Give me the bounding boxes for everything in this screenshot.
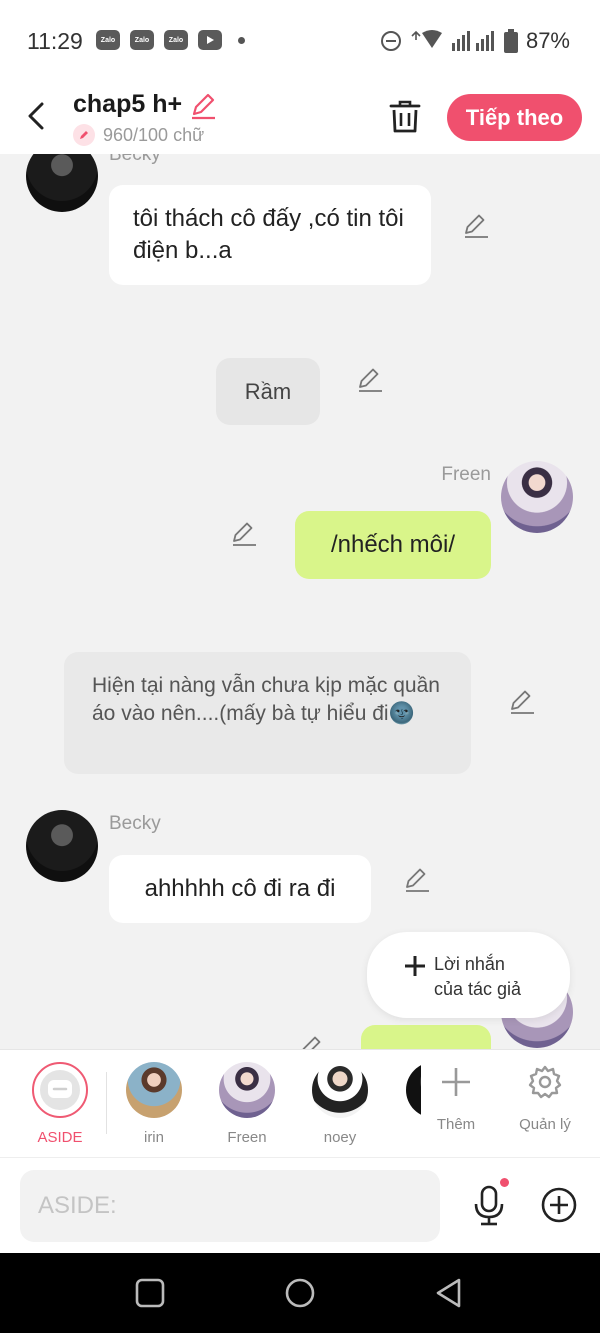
- avatar-becky[interactable]: [26, 154, 98, 212]
- pencil-icon: [233, 522, 256, 546]
- aside-bubble[interactable]: Hiện tại nàng vẫn chưa kịp mặc quần áo v…: [64, 652, 471, 774]
- edit-message-button[interactable]: [356, 366, 384, 394]
- more-notifications-dot: [238, 36, 245, 44]
- character-noey[interactable]: noey: [300, 1050, 380, 1158]
- chapter-title[interactable]: chap5 h+: [73, 90, 182, 119]
- status-time: 11:29: [27, 28, 83, 54]
- status-bar: 11:29 Zalo Zalo Zalo 87%: [0, 0, 600, 78]
- pencil-icon: [511, 690, 534, 714]
- signal-icon: [451, 31, 494, 51]
- word-count: 960/100 chữ: [73, 124, 204, 146]
- notification-icons: Zalo Zalo Zalo: [96, 30, 245, 50]
- edit-message-button[interactable]: [298, 1034, 326, 1049]
- character-label: ASIDE: [37, 1129, 83, 1146]
- avatar-irin: [126, 1062, 182, 1118]
- next-button[interactable]: Tiếp theo: [447, 94, 582, 141]
- battery-icon: [503, 29, 518, 53]
- microphone-icon: [474, 1185, 504, 1226]
- pencil-icon: [406, 868, 429, 892]
- chat-bubble-icon: [48, 1080, 72, 1098]
- avatar-freen: [219, 1062, 275, 1118]
- triangle-back-icon: [436, 1278, 461, 1308]
- author-note-label: Lời nhắn của tác giả: [434, 954, 522, 999]
- zalo-icon: Zalo: [164, 30, 188, 50]
- character-label: irin: [143, 1129, 164, 1146]
- message-bubble[interactable]: /nhếch môi/: [295, 511, 491, 579]
- notification-dot: [500, 1178, 509, 1187]
- avatar-noey: [312, 1062, 368, 1118]
- avatar-becky[interactable]: [26, 810, 98, 882]
- message-bubble[interactable]: tôi thách cô đấy ,có tin tôi điện b...a: [109, 185, 431, 285]
- zalo-icon: Zalo: [130, 30, 154, 50]
- message-input[interactable]: [20, 1170, 440, 1242]
- character-aside[interactable]: ASIDE: [20, 1050, 100, 1158]
- back-nav-button[interactable]: [431, 1275, 467, 1311]
- add-label: Thêm: [436, 1116, 476, 1133]
- recents-button[interactable]: [132, 1275, 168, 1311]
- edit-title-button[interactable]: [188, 90, 218, 120]
- trash-icon: [389, 100, 421, 133]
- add-attachment-button[interactable]: [540, 1186, 578, 1224]
- character-irin[interactable]: irin: [114, 1050, 194, 1158]
- plus-circle-icon: [541, 1187, 577, 1223]
- edit-message-button[interactable]: [230, 520, 258, 548]
- plus-icon: [405, 956, 425, 976]
- delete-button[interactable]: [386, 98, 424, 136]
- back-arrow-icon: [28, 102, 44, 130]
- speaker-name: Freen: [441, 464, 491, 485]
- pencil-icon: [192, 93, 215, 120]
- chat-area[interactable]: Becky tôi thách cô đấy ,có tin tôi điện …: [0, 154, 600, 1049]
- edit-message-button[interactable]: [403, 866, 431, 894]
- character-label: noey: [323, 1129, 357, 1146]
- narration-bubble[interactable]: Rầm: [216, 358, 320, 425]
- editor-header: chap5 h+ 960/100 chữ Tiếp theo: [0, 78, 600, 154]
- character-bar: ASIDE irin Freen noey E Thêm Quản lý: [0, 1049, 600, 1158]
- gear-icon: [528, 1065, 562, 1099]
- edit-message-button[interactable]: [508, 688, 536, 716]
- word-count-pencil-icon: [73, 124, 95, 146]
- manage-label: Quản lý: [519, 1116, 571, 1133]
- author-note-button[interactable]: Lời nhắn của tác giả: [367, 932, 570, 1018]
- add-character-button[interactable]: Thêm: [421, 1050, 491, 1158]
- message-bubble[interactable]: ahhhhh cô đi ra đi: [109, 855, 371, 923]
- edit-message-button[interactable]: [462, 212, 490, 240]
- voice-input-button[interactable]: [470, 1184, 508, 1226]
- circle-icon: [285, 1278, 315, 1308]
- back-button[interactable]: [22, 98, 52, 134]
- pencil-icon: [359, 368, 382, 392]
- input-bar: [0, 1157, 600, 1253]
- youtube-icon: [198, 30, 222, 50]
- divider: [106, 1072, 107, 1134]
- pencil-icon: [302, 1036, 321, 1049]
- navigation-bar: [0, 1253, 600, 1333]
- character-label: Freen: [227, 1129, 267, 1146]
- speaker-name: Becky: [109, 813, 161, 834]
- do-not-disturb-icon: [380, 31, 401, 51]
- wifi-icon: [411, 30, 442, 48]
- battery-percent: 87%: [525, 28, 570, 53]
- status-right: 87%: [380, 28, 570, 54]
- pencil-icon: [465, 214, 488, 238]
- zalo-icon: Zalo: [96, 30, 120, 50]
- word-count-text: 960/100 chữ: [103, 124, 205, 145]
- home-button[interactable]: [282, 1275, 318, 1311]
- speaker-name: Becky: [109, 154, 161, 165]
- message-bubble-partial[interactable]: [361, 1025, 491, 1049]
- aside-avatar: [32, 1062, 88, 1118]
- square-icon: [135, 1278, 165, 1308]
- manage-button[interactable]: Quản lý: [510, 1050, 580, 1158]
- character-freen[interactable]: Freen: [207, 1050, 287, 1158]
- plus-icon: [442, 1068, 470, 1096]
- avatar-freen[interactable]: [501, 461, 573, 533]
